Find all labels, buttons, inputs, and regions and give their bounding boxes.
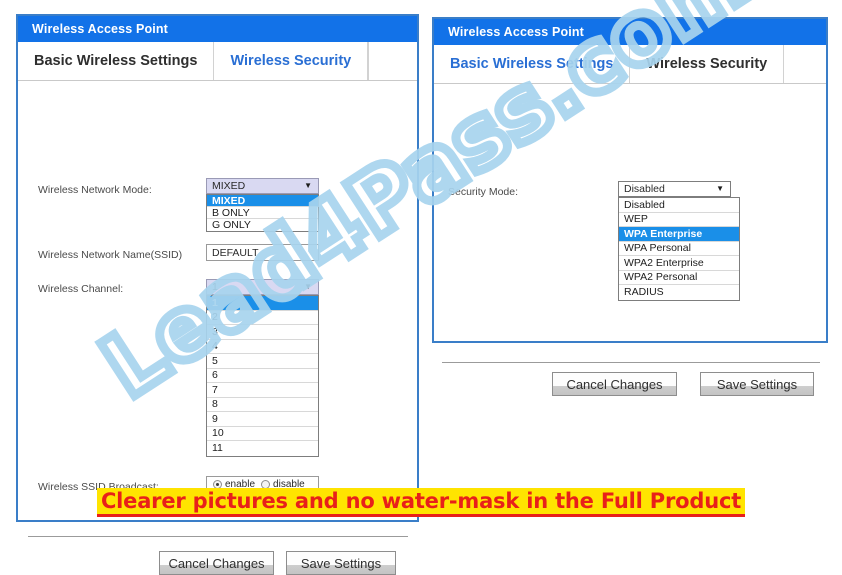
left-panel-title: Wireless Access Point (32, 22, 168, 36)
dropdown-option[interactable]: WPA2 Enterprise (619, 256, 739, 271)
label-wireless-channel: Wireless Channel: (38, 283, 124, 295)
left-panel-header: Wireless Access Point (18, 16, 417, 42)
banner-text: Clearer pictures and no water-mask in th… (96, 488, 746, 518)
cancel-changes-button-left[interactable]: Cancel Changes (159, 551, 274, 575)
dropdown-wireless-channel[interactable]: 1 2 3 4 5 6 7 8 9 10 11 (206, 295, 319, 457)
button-label: Cancel Changes (566, 376, 663, 392)
tab-strip-filler (783, 45, 826, 83)
dropdown-option[interactable]: 4 (207, 340, 318, 354)
tab-label: Wireless Security (230, 53, 352, 69)
dropdown-option[interactable]: WPA Personal (619, 242, 739, 256)
dropdown-option-label: WPA2 Personal (624, 271, 698, 284)
label-security-mode: Security Mode: (448, 186, 519, 198)
dropdown-option-label: MIXED (212, 194, 246, 207)
dropdown-option-label: 5 (212, 354, 218, 367)
select-value: 1 (212, 281, 218, 293)
left-router-panel: Wireless Access Point Basic Wireless Set… (16, 14, 419, 575)
dropdown-option[interactable]: WPA2 Personal (619, 271, 739, 285)
label-wireless-network-name: Wireless Network Name(SSID) (38, 249, 183, 261)
dropdown-option[interactable]: 10 (207, 427, 318, 441)
right-tab-strip: Basic Wireless Settings Wireless Securit… (434, 45, 826, 84)
dropdown-option-label: 8 (212, 398, 218, 411)
dropdown-option-label: Disabled (624, 198, 665, 211)
dropdown-option-label: 6 (212, 369, 218, 382)
select-wireless-network-mode[interactable]: MIXED ▼ (206, 178, 319, 194)
dropdown-option[interactable]: RADIUS (619, 285, 739, 300)
dropdown-option-label: 7 (212, 383, 218, 396)
dropdown-option-label: 1 (212, 296, 218, 309)
button-bar-separator (442, 362, 820, 363)
right-panel-title: Wireless Access Point (448, 25, 584, 39)
full-product-banner: Clearer pictures and no water-mask in th… (0, 488, 842, 518)
dropdown-wireless-network-mode[interactable]: MIXED B ONLY G ONLY (206, 194, 319, 232)
save-settings-button-left[interactable]: Save Settings (286, 551, 396, 575)
input-ssid[interactable]: DEFAULT (206, 244, 319, 261)
dropdown-option[interactable]: 2 (207, 311, 318, 325)
dropdown-option[interactable]: MIXED (207, 195, 318, 207)
dropdown-security-mode[interactable]: Disabled WEP WPA Enterprise WPA Personal WPA… (618, 197, 740, 301)
dropdown-option[interactable]: Disabled (619, 198, 739, 213)
dropdown-option[interactable]: 7 (207, 383, 318, 398)
dropdown-option-label: WPA Enterprise (624, 227, 703, 240)
dropdown-option[interactable]: B ONLY (207, 207, 318, 219)
dropdown-option[interactable]: G ONLY (207, 219, 318, 231)
chevron-down-icon: ▼ (304, 181, 312, 190)
label-wireless-network-mode: Wireless Network Mode: (38, 184, 152, 196)
right-router-panel: Wireless Access Point Basic Wireless Set… (432, 17, 828, 396)
dropdown-option-label: G ONLY (212, 219, 251, 231)
right-panel-header: Wireless Access Point (434, 19, 826, 45)
dropdown-option[interactable]: 1 (207, 296, 318, 311)
chevron-down-icon: ▼ (716, 184, 724, 193)
dropdown-option[interactable]: 5 (207, 354, 318, 369)
select-wireless-channel[interactable]: 1 ▼ (206, 279, 319, 295)
dropdown-option[interactable]: 3 (207, 325, 318, 340)
input-value: DEFAULT (212, 246, 259, 259)
dropdown-option-label: 10 (212, 427, 224, 440)
dropdown-option[interactable]: 11 (207, 441, 318, 456)
button-label: Cancel Changes (168, 555, 265, 571)
tab-label: Wireless Security (646, 56, 768, 72)
dropdown-option-label: RADIUS (624, 286, 664, 299)
tab-basic-wireless-settings-left[interactable]: Basic Wireless Settings (18, 42, 214, 80)
cancel-changes-button-right[interactable]: Cancel Changes (552, 372, 677, 396)
tab-wireless-security-left[interactable]: Wireless Security (213, 42, 369, 80)
chevron-down-icon: ▼ (304, 282, 312, 291)
dropdown-option-label: 9 (212, 412, 218, 425)
dropdown-option-label: 3 (212, 325, 218, 338)
tab-wireless-security-right[interactable]: Wireless Security (630, 45, 784, 83)
save-settings-button-right[interactable]: Save Settings (700, 372, 814, 396)
dropdown-option[interactable]: 8 (207, 398, 318, 412)
dropdown-option-label: 2 (212, 311, 218, 324)
dropdown-option[interactable]: 9 (207, 412, 318, 427)
dropdown-option-label: WEP (624, 213, 648, 226)
tab-basic-wireless-settings-right[interactable]: Basic Wireless Settings (434, 45, 631, 83)
dropdown-option-label: WPA2 Enterprise (624, 256, 704, 269)
dropdown-option-label: 11 (212, 442, 223, 455)
dropdown-option[interactable]: WEP (619, 213, 739, 227)
tab-label: Basic Wireless Settings (450, 56, 614, 72)
select-value: MIXED (212, 180, 246, 192)
tab-strip-filler (368, 42, 417, 80)
select-value: Disabled (624, 183, 665, 195)
dropdown-option[interactable]: 6 (207, 369, 318, 383)
dropdown-option-label: B ONLY (212, 206, 250, 219)
select-security-mode[interactable]: Disabled ▼ (618, 181, 731, 197)
button-label: Save Settings (300, 555, 382, 571)
dropdown-option-label: WPA Personal (624, 242, 691, 255)
left-tab-strip: Basic Wireless Settings Wireless Securit… (18, 42, 417, 81)
dropdown-option-label: 4 (212, 340, 218, 353)
dropdown-option[interactable]: WPA Enterprise (619, 227, 739, 242)
button-label: Save Settings (716, 376, 798, 392)
button-bar-separator (28, 536, 408, 537)
tab-label: Basic Wireless Settings (34, 53, 198, 69)
